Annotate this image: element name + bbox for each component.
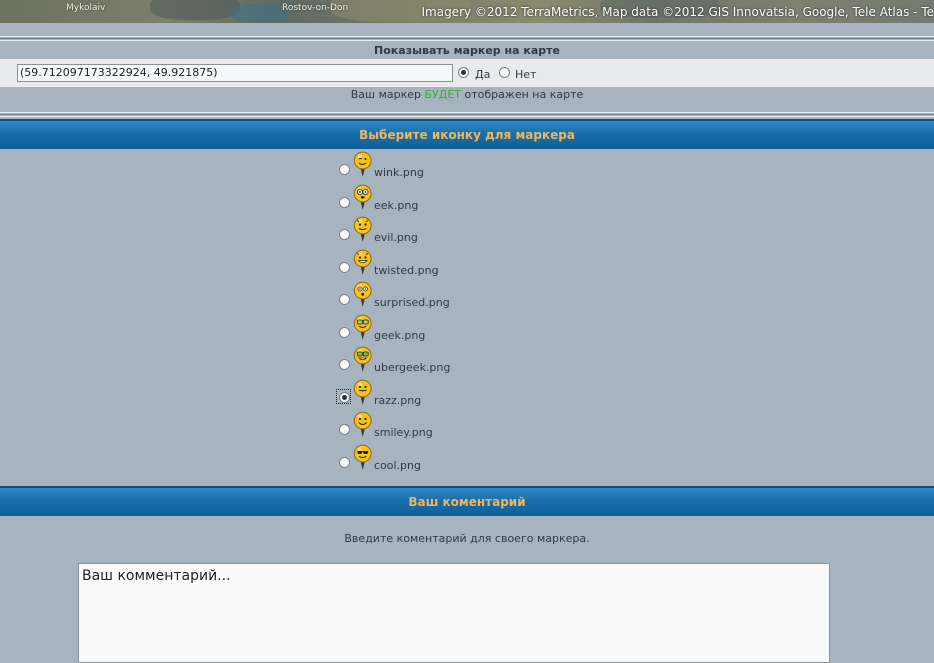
icon-option-label: eek.png [374, 199, 419, 212]
surprised-pin-icon [353, 281, 373, 311]
cool-pin-icon [353, 444, 373, 474]
map-attribution: Imagery ©2012 TerraMetrics, Map data ©20… [421, 5, 934, 19]
twisted-pin-icon [353, 249, 373, 279]
comment-prompt: Введите коментарий для своего маркера. [344, 532, 590, 545]
comment-section-header: Ваш коментарий [0, 486, 934, 516]
icon-option-radio[interactable] [339, 197, 350, 208]
wink-pin-icon [353, 151, 373, 181]
smiley-pin-icon [353, 411, 373, 441]
marker-status-note: Ваш маркер БУДЕТ отображен на карте [0, 88, 934, 101]
divider [0, 38, 934, 39]
icon-option-radio[interactable] [339, 262, 350, 273]
icon-option-label: evil.png [374, 231, 418, 244]
show-marker-yes-radio[interactable] [458, 67, 469, 78]
comment-textarea[interactable]: Ваш комментарий... [78, 563, 830, 663]
show-marker-title: Показывать маркер на карте [374, 44, 560, 57]
map-view[interactable]: Mykolaiv Rostov-on-Don Imagery ©2012 Ter… [0, 0, 934, 23]
note-suffix: отображен на карте [464, 88, 584, 101]
divider [0, 40, 934, 41]
note-prefix: Ваш маркер [350, 88, 422, 101]
show-marker-no-radio[interactable] [499, 67, 510, 78]
map-city-label: Rostov-on-Don [282, 3, 349, 13]
icon-option-label: surprised.png [374, 296, 450, 309]
divider [0, 116, 934, 117]
razz-pin-icon [353, 379, 373, 409]
divider [0, 114, 934, 115]
icon-option-label: wink.png [374, 166, 424, 179]
ubergeek-pin-icon [353, 346, 373, 376]
icon-option-label: geek.png [374, 329, 426, 342]
geek-pin-icon [353, 314, 373, 344]
map-city-label: Mykolaiv [66, 3, 106, 13]
icon-option-label: ubergeek.png [374, 361, 451, 374]
evil-pin-icon [353, 216, 373, 246]
show-marker-yes-label: Да [475, 68, 491, 81]
divider [0, 112, 934, 113]
icon-option-label: razz.png [374, 394, 422, 407]
icon-option-radio[interactable] [339, 359, 350, 370]
coordinates-input[interactable]: (59.712097173322924, 49.921875) [17, 64, 453, 82]
icon-option-radio[interactable] [339, 164, 350, 175]
icon-option-radio[interactable] [339, 327, 350, 338]
icon-option-label: twisted.png [374, 264, 439, 277]
icon-option-radio[interactable] [339, 229, 350, 240]
focus-indicator [336, 389, 351, 404]
icon-option-label: cool.png [374, 459, 421, 472]
eek-pin-icon [353, 184, 373, 214]
icon-section-header: Выберите иконку для маркера [0, 119, 934, 149]
divider [0, 36, 934, 37]
icon-option-label: smiley.png [374, 426, 433, 439]
icon-option-radio[interactable] [339, 424, 350, 435]
note-highlight: БУДЕТ [424, 88, 462, 101]
icon-option-radio[interactable] [339, 294, 350, 305]
icon-option-radio[interactable] [339, 457, 350, 468]
show-marker-no-label: Нет [515, 68, 537, 81]
